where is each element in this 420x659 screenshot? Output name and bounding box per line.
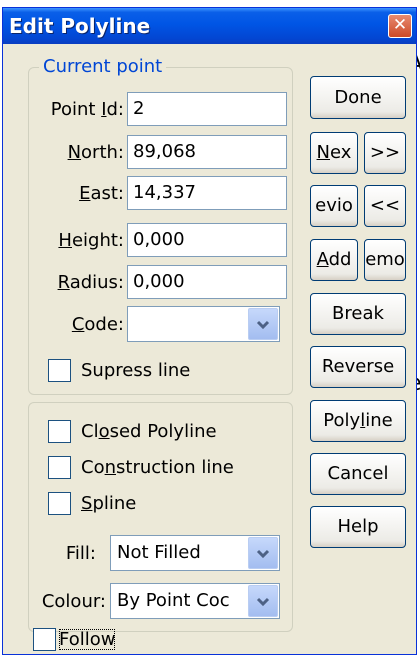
previous-button[interactable]: evio bbox=[310, 185, 358, 227]
fill-label: Fill: bbox=[65, 543, 96, 564]
point-id-label: Point Id: bbox=[50, 99, 124, 120]
colour-value: By Point Coc bbox=[117, 590, 230, 611]
help-button[interactable]: Help bbox=[310, 506, 406, 548]
height-field[interactable]: 0,000 bbox=[127, 223, 287, 257]
code-label: Code: bbox=[71, 314, 124, 335]
next-fast-button[interactable]: >> bbox=[364, 132, 406, 174]
radius-field[interactable]: 0,000 bbox=[127, 265, 287, 299]
edit-polyline-dialog: Edit Polyline ✕ Current point Point Id: … bbox=[2, 7, 417, 655]
point-id-field[interactable]: 2 bbox=[127, 92, 287, 126]
closed-polyline-label: Closed Polyline bbox=[81, 421, 217, 442]
close-icon: ✕ bbox=[392, 15, 408, 35]
supress-line-label: Supress line bbox=[81, 360, 191, 381]
cancel-button[interactable]: Cancel bbox=[310, 453, 406, 495]
reverse-button[interactable]: Reverse bbox=[310, 346, 406, 388]
polyline-button[interactable]: Polyline bbox=[310, 400, 406, 442]
code-dropdown-button[interactable] bbox=[248, 308, 278, 340]
title-bar[interactable]: Edit Polyline ✕ bbox=[3, 8, 416, 44]
done-button[interactable]: Done bbox=[310, 76, 406, 119]
remove-button[interactable]: emo bbox=[364, 239, 406, 281]
spline-label: Spline bbox=[81, 493, 137, 514]
spline-checkbox[interactable] bbox=[48, 492, 71, 515]
fill-combo[interactable]: Not Filled bbox=[110, 535, 280, 571]
current-point-legend: Current point bbox=[39, 56, 167, 77]
construction-line-checkbox[interactable] bbox=[48, 456, 71, 479]
window-title: Edit Polyline bbox=[9, 14, 151, 38]
east-field[interactable]: 14,337 bbox=[127, 176, 287, 210]
supress-line-checkbox[interactable] bbox=[48, 359, 71, 382]
code-combo[interactable] bbox=[127, 306, 280, 342]
fill-value: Not Filled bbox=[117, 542, 201, 563]
colour-combo[interactable]: By Point Coc bbox=[110, 583, 280, 619]
east-label: East: bbox=[79, 183, 124, 204]
construction-line-label: Construction line bbox=[81, 457, 234, 478]
add-button[interactable]: Add bbox=[310, 239, 358, 281]
previous-fast-button[interactable]: << bbox=[364, 185, 406, 227]
north-label: North: bbox=[67, 142, 124, 163]
chevron-down-icon bbox=[256, 597, 270, 607]
colour-label: Colour: bbox=[41, 591, 106, 612]
chevron-down-icon bbox=[256, 320, 270, 330]
closed-polyline-checkbox[interactable] bbox=[48, 420, 71, 443]
close-button[interactable]: ✕ bbox=[388, 14, 412, 38]
next-button[interactable]: Nex bbox=[310, 132, 358, 174]
break-button[interactable]: Break bbox=[310, 293, 406, 335]
fill-dropdown-button[interactable] bbox=[248, 537, 278, 569]
colour-dropdown-button[interactable] bbox=[248, 585, 278, 617]
chevron-down-icon bbox=[256, 549, 270, 559]
north-field[interactable]: 89,068 bbox=[127, 135, 287, 169]
follow-checkbox[interactable] bbox=[33, 628, 56, 651]
radius-label: Radius: bbox=[57, 272, 124, 293]
height-label: Height: bbox=[58, 230, 124, 251]
follow-label: Follow bbox=[59, 629, 116, 650]
